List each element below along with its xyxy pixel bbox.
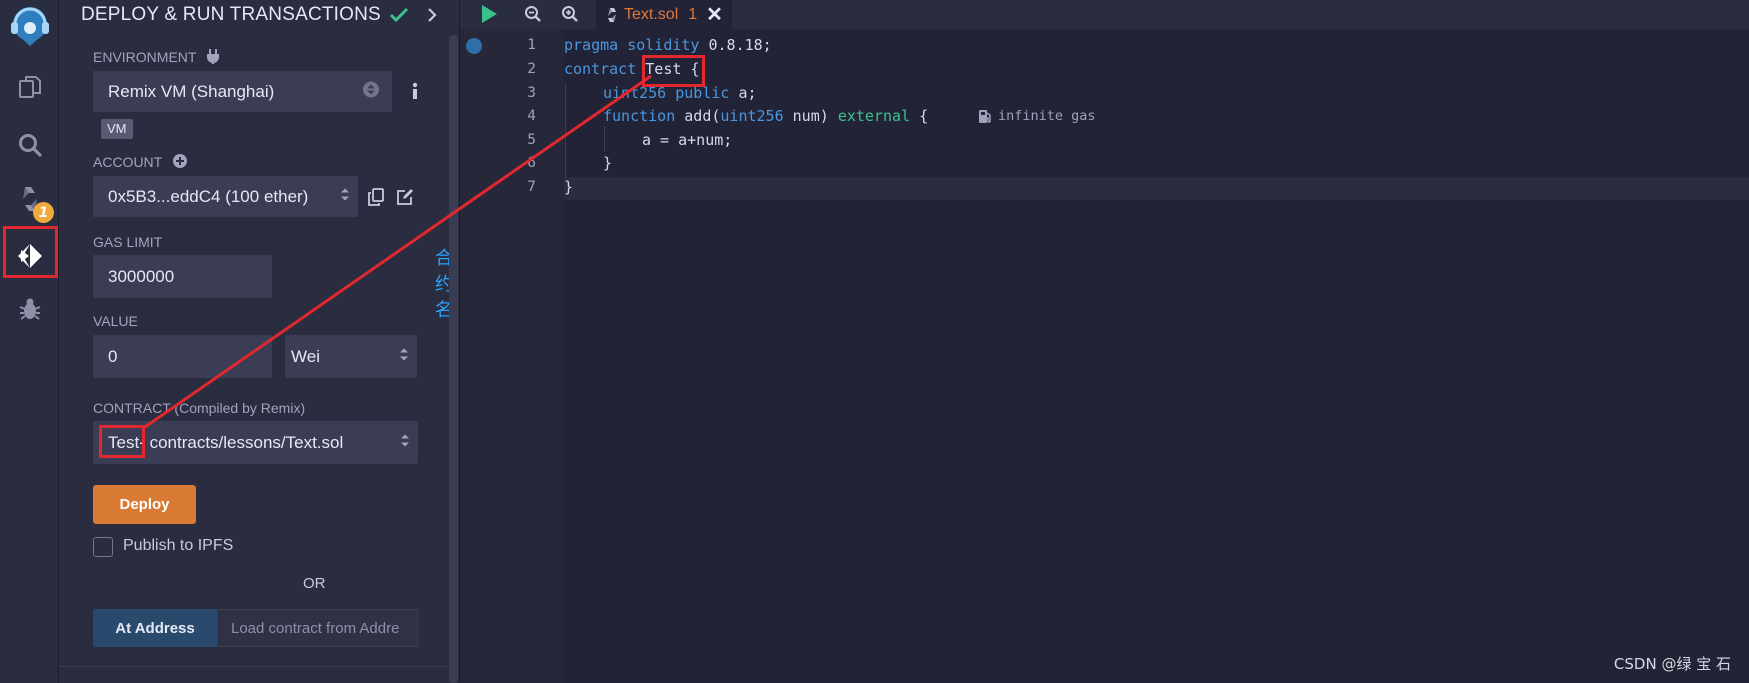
gas-limit-input[interactable]: 3000000 <box>93 255 272 298</box>
check-icon <box>389 6 409 29</box>
highlight-box-deploy-icon <box>3 226 58 278</box>
file-explorer-icon[interactable] <box>0 72 59 102</box>
watermark: CSDN @绿 宝 石 <box>1613 655 1731 673</box>
select-arrows-icon <box>362 80 380 103</box>
code-line-4: function add(uint256 num) external { <box>603 107 928 125</box>
code-token: contract <box>564 60 637 78</box>
search-icon[interactable] <box>0 130 59 160</box>
code-token: function <box>603 107 676 125</box>
code-editor[interactable] <box>460 29 1749 683</box>
at-address-button[interactable]: At Address <box>93 609 217 647</box>
code-token: uint256 <box>720 107 784 125</box>
environment-value: Remix VM (Shanghai) <box>108 81 275 101</box>
tab-label: Text.sol <box>624 5 679 23</box>
code-token: external <box>837 107 911 125</box>
deploy-button[interactable]: Deploy <box>93 485 196 524</box>
code-line-1: pragma solidity 0.8.18; <box>564 36 772 54</box>
account-value: 0x5B3...eddC4 (100 ether) <box>108 186 309 206</box>
line-number: 2 <box>527 61 536 77</box>
info-icon[interactable] <box>410 81 420 106</box>
publish-ipfs-label: Publish to IPFS <box>123 537 234 554</box>
edit-icon[interactable] <box>396 188 414 211</box>
panel-title: DEPLOY & RUN TRANSACTIONS <box>81 4 381 25</box>
code-token: add( <box>675 107 721 125</box>
line-number: 3 <box>527 85 536 101</box>
environment-select[interactable]: Remix VM (Shanghai) <box>93 71 392 112</box>
value-unit-select[interactable]: Wei <box>285 335 417 378</box>
debugger-icon[interactable] <box>0 294 59 324</box>
add-account-icon[interactable] <box>172 153 188 169</box>
value-unit: Wei <box>291 346 320 366</box>
close-icon[interactable]: ✕ <box>706 2 723 27</box>
value-input[interactable]: 0 <box>93 335 272 378</box>
code-token: a; <box>729 84 757 102</box>
select-arrows-icon <box>400 432 410 453</box>
highlight-box-code-name <box>642 55 705 87</box>
vm-chip: VM <box>101 119 133 139</box>
line-number: 7 <box>527 179 536 195</box>
code-token: { <box>910 107 929 125</box>
select-arrows-icon <box>399 346 409 367</box>
contract-label-text: CONTRACT <box>93 400 171 416</box>
contract-path: - contracts/lessons/Text.sol <box>139 432 344 452</box>
contract-label: CONTRACT (Compiled by Remix) <box>93 400 305 416</box>
panel-bottom-divider <box>59 666 459 667</box>
solidity-file-icon <box>606 7 618 23</box>
account-label: ACCOUNT <box>93 153 188 170</box>
contract-sublabel: (Compiled by Remix) <box>174 400 306 416</box>
code-token: pragma <box>564 36 619 54</box>
account-label-text: ACCOUNT <box>93 154 162 170</box>
line-number: 6 <box>527 155 536 171</box>
notification-badge: 1 <box>33 202 54 223</box>
run-icon[interactable] <box>480 4 498 29</box>
breakpoint-dot[interactable] <box>466 38 482 54</box>
code-token: 0.8.18; <box>699 36 772 54</box>
deploy-run-panel: DEPLOY & RUN TRANSACTIONS ENVIRONMENT Re… <box>59 0 459 683</box>
environment-label: ENVIRONMENT <box>93 48 220 65</box>
line-number: 1 <box>527 37 536 53</box>
remix-logo-icon[interactable] <box>0 4 59 48</box>
indent-guide <box>604 126 605 152</box>
line-number: 4 <box>527 108 536 124</box>
gas-limit-label: GAS LIMIT <box>93 234 163 250</box>
gas-pump-icon <box>979 109 991 123</box>
current-line-highlight <box>564 177 1749 200</box>
gas-hint-text: infinite gas <box>998 108 1096 124</box>
tab-text-sol[interactable]: Text.sol 1 ✕ <box>596 0 732 29</box>
select-arrows-icon <box>340 186 350 207</box>
or-divider: OR <box>303 575 326 592</box>
publish-ipfs-checkbox[interactable] <box>93 537 113 557</box>
panel-scrollbar[interactable] <box>449 35 458 683</box>
code-token: solidity <box>627 36 700 54</box>
gas-limit-value: 3000000 <box>108 266 175 286</box>
code-line-6: } <box>603 154 613 172</box>
editor-gutter <box>460 29 564 683</box>
zoom-in-icon[interactable] <box>561 5 579 28</box>
gas-estimate: infinite gas <box>978 108 1096 124</box>
line-number: 5 <box>527 132 536 148</box>
code-token: num) <box>783 107 838 125</box>
chevron-right-icon[interactable] <box>425 6 439 29</box>
value-label: VALUE <box>93 313 138 329</box>
icon-rail: 1 <box>0 0 59 683</box>
indent-guide <box>565 82 566 178</box>
environment-label-text: ENVIRONMENT <box>93 49 197 65</box>
value-amount: 0 <box>108 346 118 366</box>
code-line-7: } <box>564 178 574 196</box>
address-placeholder: Load contract from Addre <box>231 619 400 637</box>
highlight-box-contract-name <box>99 425 145 458</box>
plug-icon <box>207 49 220 64</box>
code-line-5: a = a+num; <box>642 131 733 149</box>
account-select[interactable]: 0x5B3...eddC4 (100 ether) <box>93 176 358 217</box>
address-input[interactable]: Load contract from Addre <box>217 609 418 647</box>
copy-icon[interactable] <box>368 188 384 211</box>
tab-error-count: 1 <box>688 5 698 23</box>
zoom-out-icon[interactable] <box>524 5 542 28</box>
